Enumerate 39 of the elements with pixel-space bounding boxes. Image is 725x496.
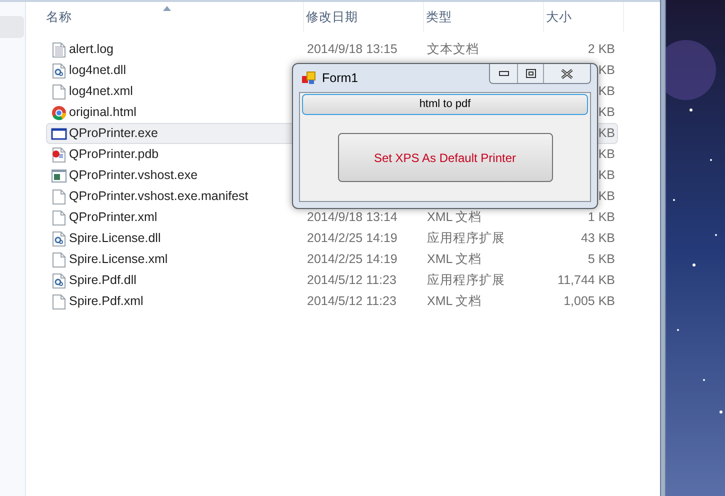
- file-size: KB: [598, 189, 616, 204]
- file-name: log4net.xml: [68, 84, 134, 99]
- file-size: 2 KB: [588, 42, 616, 57]
- file-name: log4net.dll: [68, 63, 127, 78]
- file-type: 文本文档: [427, 42, 480, 57]
- file-name: QProPrinter.vshost.exe: [68, 168, 199, 183]
- file-name: Spire.Pdf.xml: [68, 294, 144, 309]
- file-name: Spire.License.dll: [68, 231, 162, 246]
- file-size: KB: [598, 126, 616, 141]
- file-name: QProPrinter.exe: [68, 126, 159, 141]
- file-size: 11,744 KB: [558, 273, 616, 288]
- modified-date: 2014/9/18 13:14: [307, 210, 398, 225]
- file-size: KB: [598, 84, 616, 99]
- file-size: KB: [598, 147, 616, 162]
- file-size: KB: [598, 105, 616, 120]
- file-type: XML 文档: [427, 252, 483, 267]
- file-name: QProPrinter.pdb: [68, 147, 160, 162]
- file-name: QProPrinter.xml: [68, 210, 158, 225]
- file-size: 1 KB: [588, 210, 616, 225]
- file-type: XML 文档: [427, 294, 483, 309]
- modified-date: 2014/2/25 14:19: [307, 252, 398, 267]
- file-size: KB: [598, 63, 616, 78]
- file-name: alert.log: [68, 42, 114, 57]
- file-name: Spire.Pdf.dll: [68, 273, 138, 288]
- window-title: Form1: [322, 70, 358, 87]
- file-type: 应用程序扩展: [427, 273, 506, 288]
- file-type: XML 文档: [427, 210, 483, 225]
- file-name: original.html: [68, 105, 138, 120]
- file-size: 43 KB: [580, 231, 616, 246]
- modified-date: 2014/2/25 14:19: [307, 231, 398, 246]
- file-name: Spire.License.xml: [68, 252, 169, 267]
- file-size: KB: [598, 168, 616, 183]
- modified-date: 2014/5/12 11:23: [307, 273, 398, 288]
- file-name: QProPrinter.vshost.exe.manifest: [68, 189, 250, 204]
- modified-date: 2014/5/12 11:23: [307, 294, 398, 309]
- file-size: 5 KB: [588, 252, 616, 267]
- modified-date: 2014/9/18 13:15: [307, 42, 398, 57]
- file-type: 应用程序扩展: [427, 231, 506, 246]
- file-size: 1,005 KB: [564, 294, 616, 309]
